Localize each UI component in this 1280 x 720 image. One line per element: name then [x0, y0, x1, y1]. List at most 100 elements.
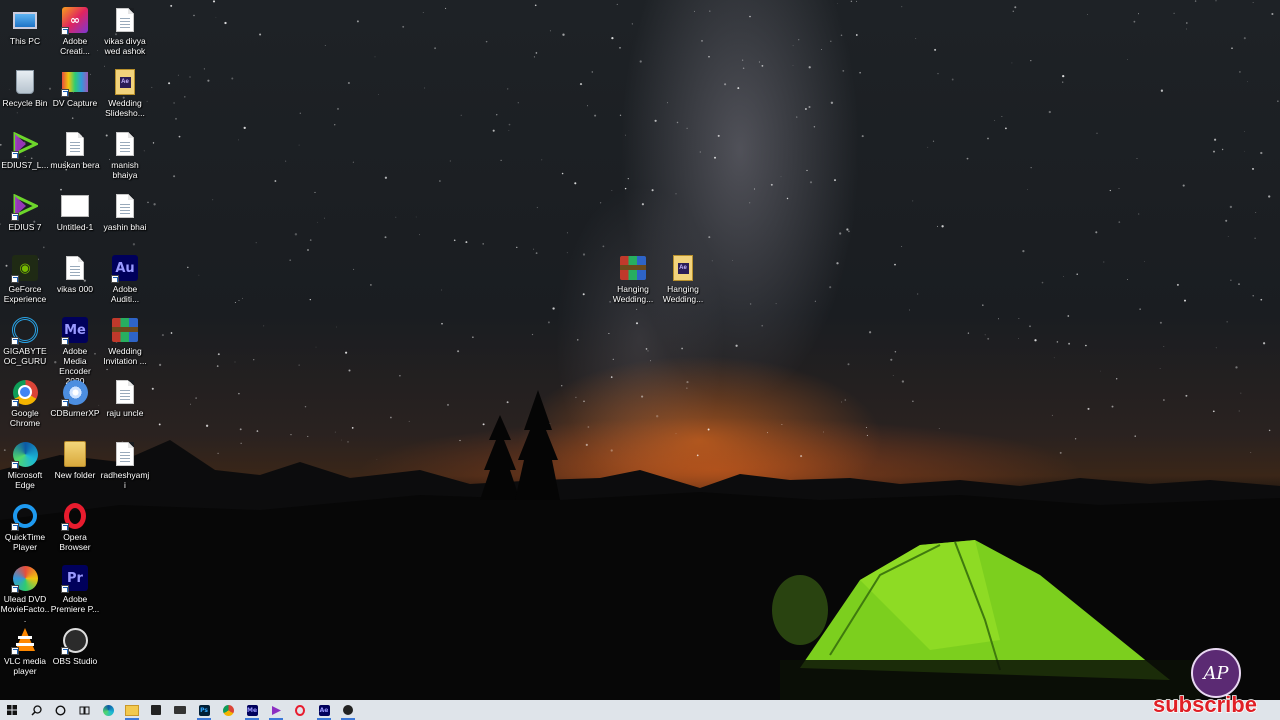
adobe-creative-cloud-icon: ∞ — [61, 6, 89, 35]
taskbar-button[interactable] — [264, 700, 288, 720]
folder-icon — [61, 440, 89, 468]
desktop-icon-label: EDIUS7_L... — [1, 160, 49, 170]
obs-icon — [61, 626, 89, 655]
edge-icon — [11, 440, 39, 469]
edius-icon — [11, 130, 39, 159]
chrome-icon — [11, 378, 39, 407]
mail-icon — [174, 706, 186, 714]
desktop-icon[interactable]: manish bhaiya — [100, 130, 150, 180]
document-icon — [111, 130, 139, 158]
desktop-icon[interactable]: yashin bhai — [100, 192, 150, 232]
opera-icon — [295, 704, 305, 716]
desktop-icon-label: GIGABYTE OC_GURU — [3, 346, 47, 366]
desktop-icon-label: OBS Studio — [52, 656, 98, 666]
desktop-icon[interactable]: Microsoft Edge — [0, 440, 50, 490]
desktop-icon[interactable]: Ae Wedding Slidesho... — [100, 68, 150, 118]
geforce-icon: ◉ — [11, 254, 39, 283]
recycle-bin-icon — [11, 68, 39, 96]
store-icon — [151, 705, 161, 715]
taskbar-button[interactable] — [288, 700, 312, 720]
desktop-icon[interactable]: Wedding Invitation ... — [100, 316, 150, 366]
channel-logo: AP — [1191, 648, 1241, 698]
photoshop-icon: Ps — [198, 704, 210, 716]
desktop-icon[interactable]: Opera Browser — [50, 502, 100, 552]
desktop-icon[interactable]: vikas 000 — [50, 254, 100, 294]
desktop-icon-label: EDIUS 7 — [8, 222, 42, 232]
desktop-icon[interactable]: ∞ Adobe Creati... — [50, 6, 100, 56]
chrome-icon — [222, 704, 234, 716]
desktop-icon[interactable]: New folder — [50, 440, 100, 480]
desktop-icon[interactable]: EDIUS7_L... — [0, 130, 50, 170]
taskbar-button[interactable] — [48, 700, 72, 720]
desktop-icon-label: manish bhaiya — [111, 160, 139, 180]
desktop-icon[interactable]: This PC — [0, 6, 50, 46]
desktop-icon[interactable]: muskan bera — [50, 130, 100, 170]
after-effects-icon: Ae — [318, 704, 330, 716]
desktop-icon[interactable]: QuickTime Player — [0, 502, 50, 552]
desktop-icon[interactable]: radheshyamji — [100, 440, 150, 490]
desktop-icon-label: Wedding Invitation ... — [103, 346, 147, 366]
desktop-icon[interactable]: ◉ GeForce Experience — [0, 254, 50, 304]
desktop-icon[interactable]: Ulead DVD MovieFacto... — [0, 564, 50, 624]
desktop-icon-label: Untitled-1 — [56, 222, 94, 232]
desktop-icon[interactable]: CDBurnerXP — [50, 378, 100, 418]
blank-image-icon — [61, 192, 89, 220]
after-effects-file-icon: Ae — [111, 68, 139, 96]
windows-start-icon — [7, 705, 17, 715]
desktop-icon-label: muskan bera — [50, 160, 100, 170]
desktop-icon[interactable]: Pr Adobe Premiere P... — [50, 564, 100, 614]
desktop-icon-label: vikas 000 — [57, 284, 93, 294]
desktop-icon-label: Adobe Creati... — [60, 36, 90, 56]
taskbar-button[interactable] — [72, 700, 96, 720]
desktop-icon[interactable]: MeAdobe Media Encoder 2020 — [50, 316, 100, 386]
edius-icon — [271, 705, 282, 716]
taskbar-button[interactable] — [24, 700, 48, 720]
taskbar-button[interactable]: Ae — [312, 700, 336, 720]
taskbar-button[interactable] — [96, 700, 120, 720]
ulead-dvd-icon — [11, 564, 39, 593]
dv-capture-icon — [61, 68, 89, 97]
desktop-icon[interactable]: vikas divya wed ashok — [100, 6, 150, 56]
desktop-icon[interactable]: VLC media player — [0, 626, 50, 676]
document-icon — [111, 378, 139, 406]
desktop-icon-label: Adobe Auditi... — [110, 284, 140, 304]
quicktime-icon — [11, 502, 39, 531]
desktop-icon[interactable]: Recycle Bin — [0, 68, 50, 108]
taskbar-button[interactable]: Me — [240, 700, 264, 720]
desktop-icon[interactable]: Hanging Wedding... — [608, 254, 658, 304]
desktop-icon-label: Hanging Wedding... — [612, 284, 654, 304]
desktop-icon[interactable]: DV Capture — [50, 68, 100, 108]
desktop-icon[interactable]: Au Adobe Auditi... — [100, 254, 150, 304]
taskbar-button[interactable]: Ps — [192, 700, 216, 720]
desktop-icon-label: yashin bhai — [103, 222, 147, 232]
desktop-icon[interactable]: Ae Hanging Wedding... — [658, 254, 708, 304]
this-pc-icon — [11, 6, 39, 34]
desktop-icon[interactable]: EDIUS 7 — [0, 192, 50, 232]
winrar-archive-icon — [619, 254, 647, 282]
desktop-icon[interactable]: Google Chrome — [0, 378, 50, 428]
desktop-icon[interactable]: Untitled-1 — [50, 192, 100, 232]
desktop-icon-label: CDBurnerXP — [50, 408, 100, 418]
taskbar-button[interactable] — [168, 700, 192, 720]
desktop-icon-label: Hanging Wedding... — [662, 284, 704, 304]
taskbar-button[interactable] — [216, 700, 240, 720]
desktop-icon-label: This PC — [9, 36, 41, 46]
desktop-icon[interactable]: GIGABYTE OC_GURU — [0, 316, 50, 366]
taskbar-button[interactable] — [144, 700, 168, 720]
document-icon — [61, 130, 89, 158]
taskbar-button[interactable] — [0, 700, 24, 720]
desktop-icon-label: Recycle Bin — [2, 98, 48, 108]
gigabyte-icon — [11, 316, 39, 345]
adobe-audition-icon: Au — [111, 254, 139, 283]
task-view-icon — [79, 705, 90, 716]
desktop-icon[interactable]: raju uncle — [100, 378, 150, 418]
desktop-icon[interactable]: OBS Studio — [50, 626, 100, 666]
landscape-silhouette — [0, 390, 1280, 700]
desktop-icon-label: Adobe Premiere P... — [50, 594, 100, 614]
taskbar-button[interactable] — [120, 700, 144, 720]
adobe-premiere-icon: Pr — [61, 564, 89, 593]
desktop-icon-label: New folder — [54, 470, 96, 480]
taskbar-button[interactable] — [336, 700, 360, 720]
subscribe-watermark: subscribe — [1152, 691, 1257, 718]
desktop-icon-label: VLC media player — [3, 656, 47, 676]
